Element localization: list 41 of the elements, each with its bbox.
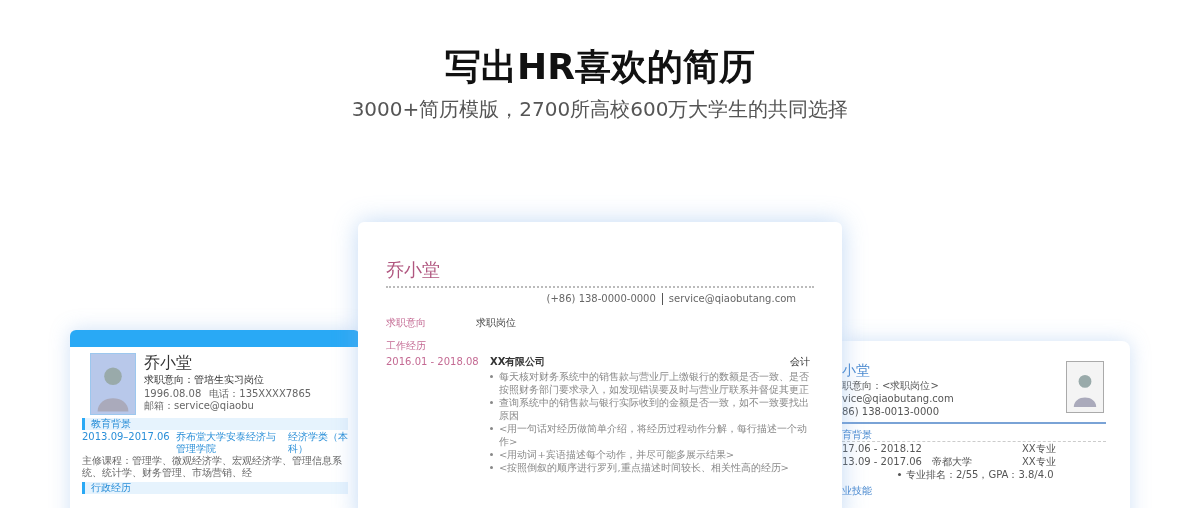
date-text: 17.06 - 2018.12 (842, 442, 923, 455)
section-heading: 育背景 (842, 428, 1106, 442)
job-intent: 求职意向：管培生实习岗位 (144, 373, 265, 386)
role-text: 会计 (790, 355, 810, 368)
resume-name: 乔小堂 (144, 353, 193, 373)
major-text: XX专业 (1022, 442, 1056, 455)
email-text: service@qiaobutang.com (668, 292, 796, 306)
phone-text: 电话：135XXXX7865 (209, 388, 312, 400)
job-intent: 职意向：<求职岗位> (842, 379, 940, 392)
section-heading: 工作经历 (386, 339, 427, 352)
bullet-text: 专业排名：2/55，GPA：3.8/4.0 (906, 468, 1054, 481)
bullet-text: <按照倒叙的顺序进行罗列,重点描述时间较长、相关性高的经历> (499, 461, 789, 474)
birthday-text: 1996.08.08 (144, 388, 202, 400)
bullet-text: 每天核对财务系统中的销售款与营业厅上缴银行的数额是否一致、是否按照财务部门要求录入，如发现错误要及时与营业厅联系并督促其更正 (499, 370, 810, 396)
page-title: 写出HR喜欢的简历 (445, 45, 755, 89)
email-text: vice@qiaobutang.com (842, 392, 954, 405)
bullet-text: 查询系统中的销售款与银行实际收到的金额是否一致，如不一致要找出原因 (499, 396, 810, 422)
school-text: 帝都大学 (932, 455, 972, 468)
school-text: 乔布堂大学安泰经济与管理学院 (175, 431, 277, 455)
section-heading: 教育背景 (82, 418, 348, 430)
field-value: 求职岗位 (476, 316, 516, 329)
resume-name: 乔小堂 (386, 258, 441, 282)
field-label: 求职意向 (386, 316, 427, 329)
resume-name: 小堂 (842, 361, 871, 379)
courses-text: 主修课程：管理学、微观经济学、宏观经济学、管理信息系统、统计学、财务管理、市场营销、经 (82, 455, 343, 479)
bullet-text: <用动词+宾语描述每个动作，并尽可能多展示结果> (499, 448, 735, 461)
major-text: XX专业 (1022, 455, 1056, 468)
page-subtitle: 3000+简历模版，2700所高校600万大学生的共同选择 (351, 96, 849, 123)
bullet-text: <用一句话对经历做简单介绍，将经历过程动作分解，每行描述一个动作> (499, 422, 809, 448)
section-heading: 行政经历 (82, 482, 348, 494)
date-text: 2013.09–2017.06 (82, 431, 170, 444)
company-text: XX有限公司 (490, 355, 546, 368)
email-text: 邮箱：service@qiaobu (144, 400, 254, 412)
resume-card[interactable]: 小堂 职意向：<求职岗位> vice@qiaobutang.com 86) 138-0013-0000 育背景 17.06 - 2018.12 XX专业 13.09 - 2017.06 帝都大学 XX专业 专业排名：2/55，GPA：3.8/4.0 业技能 (842, 341, 1130, 508)
phone-text: (+86) 138-0000-0000 (546, 292, 656, 306)
section-heading: 业技能 (842, 484, 873, 497)
phone-text: 86) 138-0013-0000 (842, 405, 940, 418)
degree-text: 经济学类（本科） (287, 431, 348, 455)
resume-card[interactable]: 乔小堂 求职意向：管培生实习岗位 1996.08.08 电话：135XXXX7865 邮箱：service@qiaobu 教育背景 2013.09–2017.06 乔布堂大学安泰经济与管理学院 经济学类（本科） 主修课程：管理学、微观经济学、宏观经济学、管理信息系统、统计学、财务管理、市场营销、经 行政经历 (70, 330, 360, 508)
date-text: 13.09 - 2017.06 (842, 455, 923, 468)
date-text: 2016.01 - 2018.08 (386, 355, 480, 369)
